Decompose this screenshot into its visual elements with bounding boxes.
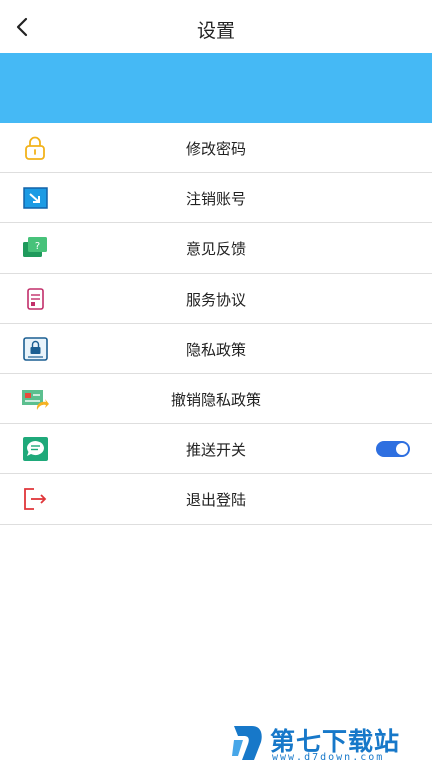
menu-item-label: 退出登陆 — [185, 491, 246, 510]
push-toggle-switch[interactable] — [376, 441, 410, 458]
settings-list: 修改密码 注销账号 ? 意见反馈 服务协议 隐私政策 撤销隐私政策 推送开关 退… — [0, 123, 432, 525]
document-icon — [27, 287, 44, 310]
menu-item-label: 服务协议 — [185, 290, 246, 309]
svg-text:?: ? — [35, 241, 40, 252]
site-watermark: 第七下载站 www.d7down.com — [226, 722, 426, 764]
header-bar: 设置 — [0, 0, 432, 53]
feedback-icon: ? — [23, 237, 47, 258]
menu-item-label: 注销账号 — [185, 190, 246, 209]
revoke-privacy-icon — [22, 389, 49, 410]
menu-item-push-toggle[interactable]: 推送开关 — [0, 424, 432, 475]
exit-icon — [24, 488, 47, 511]
menu-item-label: 推送开关 — [185, 441, 246, 460]
menu-item-label: 意见反馈 — [185, 240, 246, 259]
watermark-url: www.d7down.com — [272, 752, 385, 763]
menu-item-label: 隐私政策 — [185, 340, 246, 359]
logout-arrow-icon — [23, 187, 48, 209]
page-title: 设置 — [196, 20, 235, 42]
menu-item-service-agreement[interactable]: 服务协议 — [0, 274, 432, 324]
d7-logo-icon — [232, 726, 262, 760]
menu-item-change-password[interactable]: 修改密码 — [0, 123, 432, 174]
menu-item-privacy-policy[interactable]: 隐私政策 — [0, 324, 432, 374]
message-icon — [23, 437, 48, 462]
toggle-knob — [396, 443, 408, 456]
menu-item-cancel-account[interactable]: 注销账号 — [0, 173, 432, 224]
menu-item-label: 修改密码 — [185, 140, 246, 158]
header-banner — [0, 53, 432, 123]
privacy-icon — [23, 336, 48, 361]
menu-item-feedback[interactable]: ? 意见反馈 — [0, 223, 432, 274]
menu-item-label: 撤销隐私政策 — [170, 390, 261, 409]
menu-item-logout[interactable]: 退出登陆 — [0, 474, 432, 525]
menu-item-revoke-privacy-policy[interactable]: 撤销隐私政策 — [0, 374, 432, 425]
lock-icon — [25, 136, 45, 160]
